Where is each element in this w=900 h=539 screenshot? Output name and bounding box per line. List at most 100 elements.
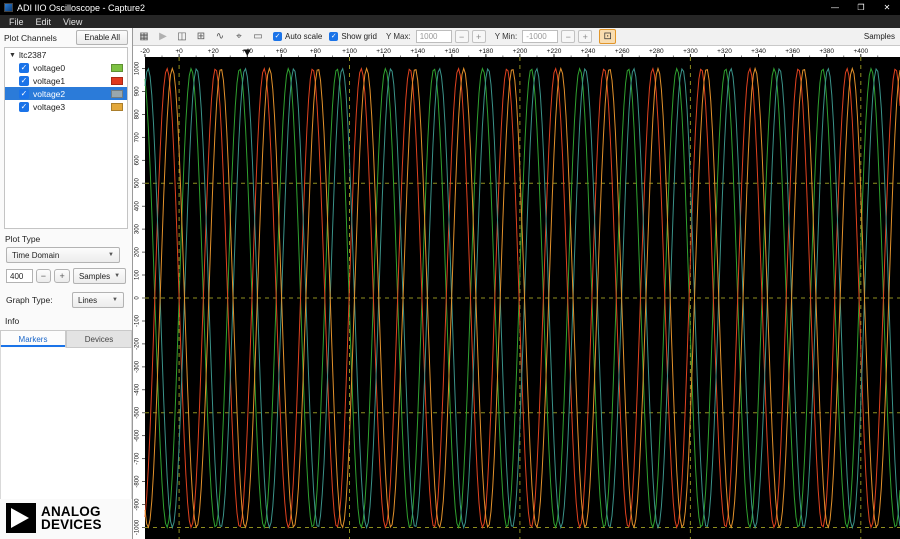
checkbox-checked-icon: ✓ (273, 32, 282, 41)
close-button[interactable]: ✕ (874, 0, 900, 15)
zoom-region-icon[interactable]: ▭ (250, 29, 266, 44)
svg-text:900: 900 (135, 86, 141, 97)
tree-expander-icon[interactable]: ▼ (9, 52, 16, 59)
sample-count-row: 400 − + Samples ▼ (0, 263, 132, 287)
channel-label: voltage2 (33, 88, 66, 99)
svg-text:+100: +100 (342, 48, 357, 55)
plot-type-dropdown[interactable]: Time Domain ▼ (6, 247, 120, 263)
menu-item-edit[interactable]: Edit (30, 17, 58, 27)
svg-text:200: 200 (135, 246, 141, 257)
sample-unit-dropdown[interactable]: Samples ▼ (72, 268, 127, 284)
menu-item-view[interactable]: View (57, 17, 88, 27)
plot-canvas[interactable]: -20+0+20+40+60+80+100+120+140+160+180+20… (133, 46, 900, 539)
decrement-button[interactable]: − (35, 269, 52, 283)
channel-row-voltage3[interactable]: ✓ voltage3 (5, 100, 127, 113)
plot-channels-icon[interactable]: ▦ (136, 29, 152, 44)
graph-type-dropdown[interactable]: Lines ▼ (72, 292, 124, 308)
new-plot-icon[interactable]: ◫ (174, 29, 190, 44)
channel-checkbox[interactable]: ✓ (19, 101, 29, 112)
channel-color-swatch[interactable] (111, 63, 123, 72)
svg-text:+160: +160 (444, 48, 459, 55)
sidebar: Plot Channels Enable All ▼ ltc2387 ✓ volt… (0, 28, 133, 539)
channel-color-swatch[interactable] (111, 102, 123, 111)
minimize-button[interactable]: — (822, 0, 848, 15)
y-min-decrement-button[interactable]: − (561, 30, 576, 43)
svg-text:-400: -400 (135, 383, 141, 396)
channel-row-voltage0[interactable]: ✓ voltage0 (5, 61, 127, 74)
info-label: Info (5, 316, 20, 326)
device-row[interactable]: ▼ ltc2387 (5, 48, 127, 61)
svg-text:+280: +280 (649, 48, 664, 55)
channel-checkbox[interactable]: ✓ (19, 62, 29, 73)
graph-type-label: Graph Type: (6, 295, 53, 305)
svg-text:1000: 1000 (135, 61, 141, 75)
svg-text:-200: -200 (135, 337, 141, 350)
save-plot-icon[interactable]: ⊞ (193, 29, 209, 44)
channel-checkbox[interactable]: ✓ (19, 75, 29, 86)
adi-logo-line2: DEVICES (41, 517, 102, 532)
plot-pane: ▦ ▶ ◫ ⊞ ∿ ⌖ ▭ ✓ Auto scale ✓ Show grid Y Max: … (133, 28, 900, 539)
auto-scale-checkbox[interactable]: ✓ Auto scale (273, 32, 322, 41)
tab-markers[interactable]: Markers (0, 331, 66, 348)
svg-text:-1000: -1000 (135, 519, 141, 535)
svg-text:+400: +400 (853, 48, 868, 55)
new-window-button[interactable]: ⊡ (599, 29, 617, 44)
svg-text:400: 400 (135, 201, 141, 212)
svg-text:+260: +260 (615, 48, 630, 55)
chevron-down-icon: ▼ (112, 297, 118, 303)
plot-type-label: Plot Type (5, 234, 41, 244)
svg-text:+360: +360 (785, 48, 800, 55)
increment-button[interactable]: + (54, 269, 70, 283)
menu-item-file[interactable]: File (3, 17, 30, 27)
app-window: ADI IIO Oscilloscope - Capture2 — ❐ ✕ Fi… (0, 0, 900, 539)
chevron-down-icon: ▼ (114, 273, 121, 279)
tab-devices[interactable]: Devices (66, 331, 132, 348)
channel-row-voltage1[interactable]: ✓ voltage1 (5, 74, 127, 87)
svg-text:800: 800 (135, 109, 141, 120)
enable-all-button[interactable]: Enable All (76, 30, 128, 45)
svg-text:+80: +80 (310, 48, 321, 55)
svg-text:-500: -500 (135, 406, 141, 419)
y-max-input[interactable]: 1000 (415, 30, 452, 43)
plot-toolbar: ▦ ▶ ◫ ⊞ ∿ ⌖ ▭ ✓ Auto scale ✓ Show grid Y Max: … (133, 28, 900, 46)
y-min-input[interactable]: -1000 (522, 30, 559, 43)
svg-text:+20: +20 (208, 48, 219, 55)
svg-text:100: 100 (135, 269, 141, 280)
channel-list: ✓ voltage0 ✓ voltage1 ✓ voltage2 ✓ voltage3 (5, 61, 127, 113)
channel-label: voltage0 (33, 62, 66, 73)
channel-row-voltage2[interactable]: ✓ voltage2 (5, 87, 127, 100)
device-name: ltc2387 (18, 50, 47, 60)
svg-text:-300: -300 (135, 360, 141, 373)
oscilloscope-plot[interactable]: -20+0+20+40+60+80+100+120+140+160+180+20… (133, 46, 900, 539)
y-max-decrement-button[interactable]: − (454, 30, 469, 43)
show-grid-checkbox[interactable]: ✓ Show grid (329, 32, 377, 41)
sample-count-input[interactable]: 400 (6, 269, 33, 283)
y-max-increment-button[interactable]: + (471, 30, 486, 43)
svg-text:+300: +300 (683, 48, 698, 55)
maximize-button[interactable]: ❐ (848, 0, 874, 15)
graph-type-row: Graph Type: Lines ▼ (0, 287, 132, 311)
channel-color-swatch[interactable] (111, 76, 123, 85)
sample-unit-value: Samples (78, 271, 111, 281)
svg-text:+340: +340 (751, 48, 766, 55)
y-min-label: Y Min: (494, 32, 518, 41)
svg-text:-900: -900 (135, 498, 141, 511)
channel-checkbox[interactable]: ✓ (19, 88, 29, 99)
window-controls: — ❐ ✕ (822, 0, 900, 15)
svg-text:+120: +120 (376, 48, 391, 55)
plot-channels-header: Plot Channels Enable All (0, 28, 132, 47)
checkbox-checked-icon: ✓ (329, 32, 339, 41)
plot-channels-label: Plot Channels (4, 32, 57, 43)
play-icon[interactable]: ▶ (155, 29, 171, 44)
channel-color-swatch[interactable] (111, 89, 123, 98)
channel-tree: ▼ ltc2387 ✓ voltage0 ✓ voltage1 ✓ voltage2 ✓ vo… (4, 47, 128, 229)
svg-text:600: 600 (135, 155, 141, 166)
main-content: Plot Channels Enable All ▼ ltc2387 ✓ volt… (0, 28, 900, 539)
y-min-increment-button[interactable]: + (578, 30, 593, 43)
sine-wave-icon[interactable]: ∿ (212, 29, 228, 44)
plot-type-value: Time Domain (12, 250, 60, 260)
svg-text:+200: +200 (513, 48, 528, 55)
marker-crosshair-icon[interactable]: ⌖ (231, 29, 247, 44)
menubar: File Edit View (0, 15, 900, 28)
svg-text:500: 500 (135, 178, 141, 189)
